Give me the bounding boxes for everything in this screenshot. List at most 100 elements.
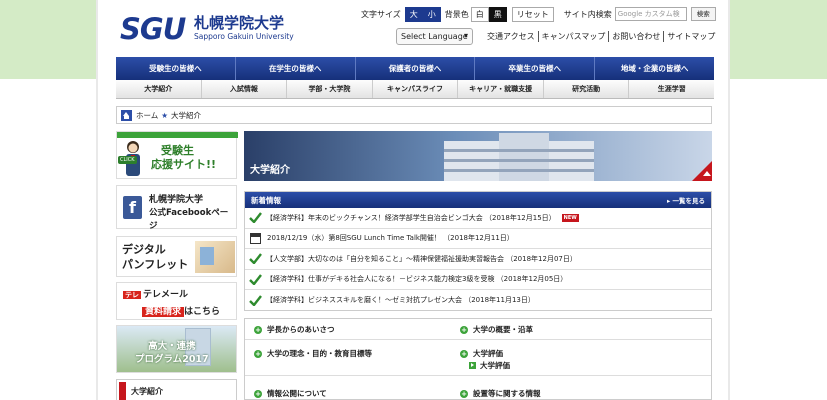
plus-icon: + xyxy=(254,389,262,398)
new-badge: NEW xyxy=(561,213,579,222)
subnav-item-research[interactable]: 研究活動 xyxy=(542,80,629,98)
facebook-icon: f xyxy=(123,196,142,219)
banner-fb-text: 札幌学院大学 公式Facebookページ xyxy=(149,194,236,233)
news-item[interactable]: 【経済学科】仕事がデキる社会人になる！－ビジネス能力検定3級を受検 （2018年… xyxy=(245,270,711,290)
util-link-campus-map[interactable]: キャンパスマップ xyxy=(537,31,609,42)
search-input[interactable]: Google カスタム検 xyxy=(614,7,687,21)
check-icon xyxy=(249,212,262,224)
sub-nav: 大学紹介 入試情報 学部・大学院 キャンパスライフ キャリア・就職支援 研究活動… xyxy=(116,80,714,99)
side-menu-label: 大学紹介 xyxy=(131,386,163,396)
util-link-sitemap[interactable]: サイトマップ xyxy=(663,31,718,42)
main-nav: 受験生の皆様へ 在学生の皆様へ 保護者の皆様へ 卒業生の皆様へ 地域・企業の皆様… xyxy=(116,57,714,80)
subnav-item-about[interactable]: 大学紹介 xyxy=(116,80,201,98)
telemail-logo: テレ テレメール xyxy=(123,287,188,300)
divider xyxy=(245,339,711,340)
link-establishment-info[interactable]: + 設置等に関する情報 xyxy=(460,388,541,399)
plus-icon: + xyxy=(460,389,468,398)
font-size-label: 文字サイズ xyxy=(361,9,401,19)
nav-item-community[interactable]: 地域・企業の皆様へ xyxy=(594,57,714,80)
logo-mark: SGU xyxy=(120,12,186,46)
breadcrumb-home[interactable]: ホーム xyxy=(136,110,158,121)
util-link-contact[interactable]: お問い合わせ xyxy=(608,31,663,42)
check-icon xyxy=(249,253,262,265)
link-label: 大学の概要・沿革 xyxy=(473,325,533,334)
plus-icon: + xyxy=(254,349,262,358)
page-title: 大学紹介 xyxy=(250,165,290,176)
bg-white-button[interactable]: 白 xyxy=(470,6,489,22)
banner-telemail[interactable]: テレ テレメール 資料請求 はこちら xyxy=(116,282,237,320)
news-item[interactable]: 【経済学科】ビジネススキルを磨く！～ゼミ対抗プレゼン大会 （2018年11月13… xyxy=(245,290,711,311)
banner-digital-text: デジタル パンフレット xyxy=(122,242,188,272)
link-disclosure[interactable]: + 情報公開について xyxy=(254,388,327,399)
banner-digital-line1: デジタル xyxy=(122,243,166,256)
page-hero: 大学紹介 xyxy=(244,131,712,181)
link-evaluation[interactable]: + 大学評価 xyxy=(460,348,503,359)
telemail-logo-text: テレメール xyxy=(143,290,189,300)
link-evaluation-sub[interactable]: 大学評価 xyxy=(469,360,510,371)
banner-exam-line1: 受験生 xyxy=(161,144,194,157)
news-item[interactable]: 【人文学部】大切なのは「自分を知ること」～精神保健福祉援助実習報告会 （2018… xyxy=(245,249,711,270)
link-president-message[interactable]: + 学長からのあいさつ xyxy=(254,324,335,335)
search-button[interactable]: 検索 xyxy=(690,7,716,21)
divider xyxy=(245,375,711,376)
hero-building-tower xyxy=(499,133,549,181)
news-title: 新着情報 xyxy=(251,195,281,205)
home-icon xyxy=(121,109,132,121)
hero-window-row xyxy=(444,159,594,162)
banner-exam-line2: 応援サイト!! xyxy=(151,158,217,171)
language-select[interactable]: Select Language ▾ xyxy=(396,28,473,45)
nav-item-prospective[interactable]: 受験生の皆様へ xyxy=(116,57,235,80)
nav-item-parents[interactable]: 保護者の皆様へ xyxy=(354,57,475,80)
news-header: 新着情報 一覧を見る xyxy=(245,192,711,208)
banner-exam-support[interactable]: CLICK 受験生 応援サイト!! xyxy=(116,131,238,179)
nav-item-alumni[interactable]: 卒業生の皆様へ xyxy=(474,57,594,80)
nav-item-students[interactable]: 在学生の皆様へ xyxy=(234,57,355,80)
subnav-item-lifelong[interactable]: 生涯学習 xyxy=(628,80,714,98)
news-item-text: 2018/12/19（水）第8回SGU Lunch Time Talk開催！ （… xyxy=(267,234,514,243)
site-search-label: サイト内検索 xyxy=(563,9,612,19)
pamphlet-image xyxy=(195,241,235,273)
telemail-request: 資料請求 はこちら xyxy=(142,304,220,317)
subnav-item-career[interactable]: キャリア・就職支援 xyxy=(457,80,543,98)
news-item-text: 【人文学部】大切なのは「自分を知ること」～精神保健福祉援助実習報告会 （2018… xyxy=(266,254,577,263)
check-icon xyxy=(249,295,262,306)
arrow-right-icon xyxy=(469,362,476,369)
news-item[interactable]: 【経済学科】年末のビックチャンス！経済学部学生自治会ビンゴ大会 （2018年12… xyxy=(245,208,711,229)
chevron-down-icon: ▾ xyxy=(463,31,468,40)
link-overview-history[interactable]: + 大学の概要・沿革 xyxy=(460,324,533,335)
subnav-item-admissions[interactable]: 入試情報 xyxy=(200,80,287,98)
hero-corner-icon xyxy=(692,161,712,181)
link-label: 大学評価 xyxy=(480,361,510,370)
banner-digital-line2: パンフレット xyxy=(122,258,189,271)
bg-black-button[interactable]: 黒 xyxy=(488,6,507,22)
news-more-link[interactable]: 一覧を見る xyxy=(667,195,706,205)
news-item-text: 【経済学科】ビジネススキルを磨く！～ゼミ対抗プレゼン大会 （2018年11月13… xyxy=(266,296,535,305)
accessibility-toolbar: 文字サイズ 大 小 背景色 白 黒 リセット サイト内検索 Google カスタ… xyxy=(361,6,716,22)
banner-digital-pamphlet[interactable]: デジタル パンフレット xyxy=(116,236,237,277)
banner-facebook[interactable]: f 札幌学院大学 公式Facebookページ xyxy=(116,185,237,231)
logo-subtitle: Sapporo Gakuin University xyxy=(194,32,294,41)
utility-links: 交通アクセス キャンパスマップ お問い合わせ サイトマップ xyxy=(487,31,718,42)
subnav-item-faculties[interactable]: 学部・大学院 xyxy=(286,80,372,98)
bg-color-label: 背景色 xyxy=(444,9,469,19)
link-label: 大学評価 xyxy=(473,349,503,358)
plus-icon: + xyxy=(254,325,262,334)
news-item[interactable]: 2018/12/19（水）第8回SGU Lunch Time Talk開催！ （… xyxy=(245,229,711,249)
site-logo[interactable]: SGU 札幌学院大学 Sapporo Gakuin University xyxy=(120,10,300,46)
telemail-request-text: はこちら xyxy=(184,307,221,317)
banner-hs-line1: 高大・連携 xyxy=(148,341,196,352)
check-icon xyxy=(249,274,262,285)
link-label: 設置等に関する情報 xyxy=(473,389,541,398)
hero-window-row xyxy=(444,149,594,152)
logo-name: 札幌学院大学 xyxy=(194,14,285,32)
telemail-logo-mark: テレ xyxy=(123,291,141,299)
link-label: 学長からのあいさつ xyxy=(267,325,335,334)
subnav-item-campus-life[interactable]: キャンパスライフ xyxy=(371,80,458,98)
reset-button[interactable]: リセット xyxy=(511,6,554,22)
side-menu-about[interactable]: 大学紹介 xyxy=(116,379,237,400)
util-link-access[interactable]: 交通アクセス xyxy=(487,31,538,42)
banner-highschool-program[interactable]: 高大・連携 プログラム2017 xyxy=(116,325,237,373)
font-size-small-button[interactable]: 小 xyxy=(422,6,441,22)
link-philosophy[interactable]: + 大学の理念・目的・教育目標等 xyxy=(254,348,372,359)
font-size-large-button[interactable]: 大 xyxy=(404,6,423,22)
